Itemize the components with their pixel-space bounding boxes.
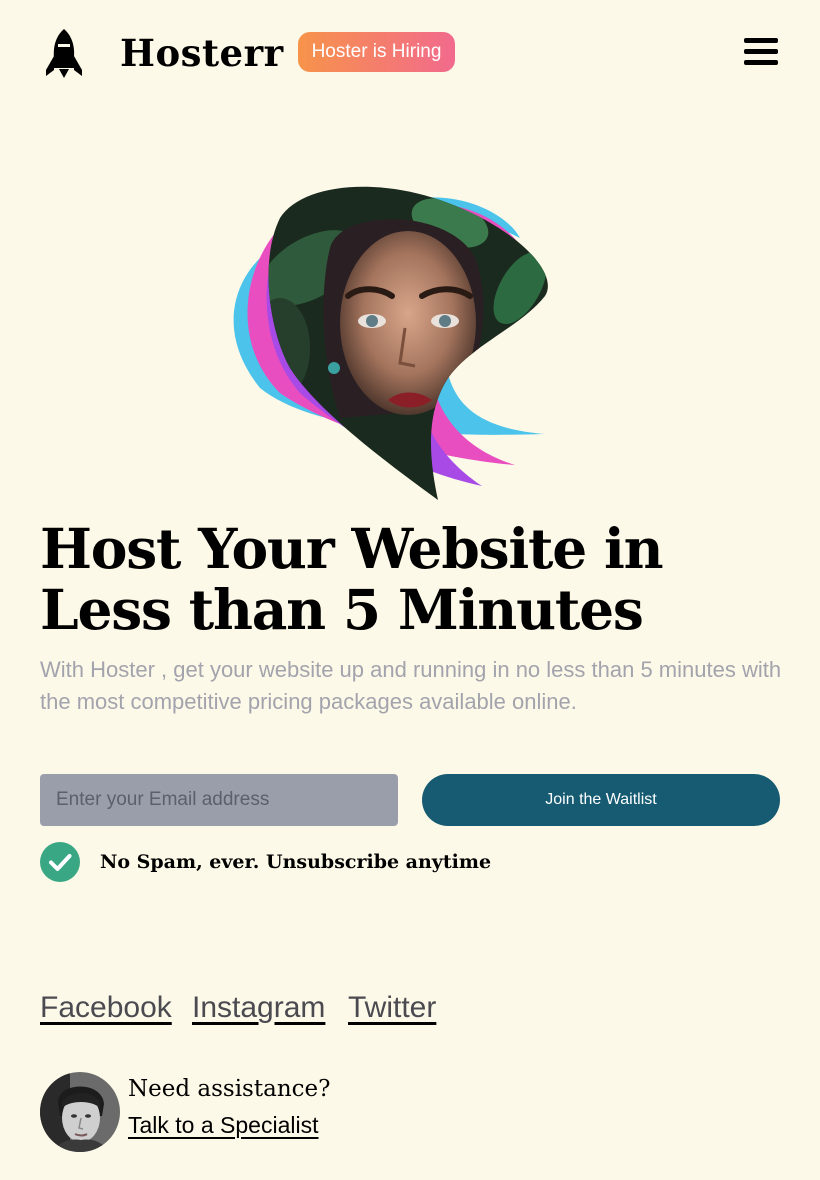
assistance-question: Need assistance?	[128, 1076, 331, 1102]
facebook-link[interactable]: Facebook	[40, 988, 172, 1028]
join-waitlist-button[interactable]: Join the Waitlist	[422, 774, 780, 826]
hero-illustration	[220, 178, 560, 503]
hamburger-menu-icon[interactable]	[744, 36, 780, 68]
brand-name[interactable]: Hosterr	[120, 28, 284, 78]
check-circle-icon	[40, 842, 80, 882]
hero-headline: Host Your Website in Less than 5 Minutes	[40, 516, 664, 642]
rocket-icon[interactable]	[44, 28, 84, 78]
hiring-badge-button[interactable]: Hoster is Hiring	[298, 32, 455, 72]
instagram-link[interactable]: Instagram	[192, 988, 325, 1028]
talk-to-specialist-link[interactable]: Talk to a Specialist	[128, 1108, 318, 1142]
no-spam-notice: No Spam, ever. Unsubscribe anytime	[100, 851, 492, 873]
email-input[interactable]	[40, 774, 398, 826]
specialist-avatar	[40, 1072, 120, 1152]
twitter-link[interactable]: Twitter	[348, 988, 436, 1028]
hero-subtext: With Hoster , get your website up and ru…	[40, 657, 782, 714]
